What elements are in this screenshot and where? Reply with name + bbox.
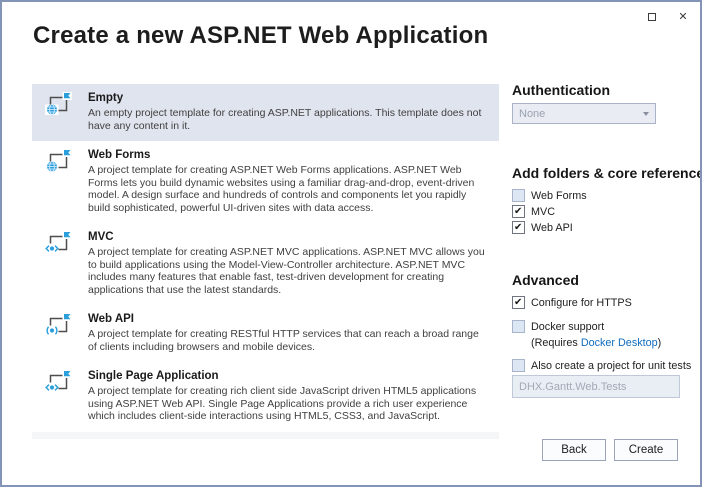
code-app-icon xyxy=(45,370,72,393)
template-row-mvc[interactable]: MVC A project template for creating ASP.… xyxy=(32,223,499,305)
template-title: Web API xyxy=(88,312,489,325)
template-title: Web Forms xyxy=(88,148,489,161)
maximize-button[interactable] xyxy=(643,9,661,25)
code-app-icon xyxy=(45,231,72,254)
checkbox-box xyxy=(512,221,525,234)
template-title: Single Page Application xyxy=(88,369,489,382)
checkbox-label: MVC xyxy=(531,206,555,218)
template-list-filler xyxy=(32,432,499,440)
globe-app-icon xyxy=(45,92,72,115)
advanced-heading: Advanced xyxy=(512,272,579,288)
checkbox-web-api[interactable]: Web API xyxy=(512,220,573,235)
note-suffix: ) xyxy=(658,337,662,349)
authentication-selected-value: None xyxy=(519,108,643,120)
checkbox-label: Web Forms xyxy=(531,190,587,202)
checkbox-box xyxy=(512,296,525,309)
template-title: Empty xyxy=(88,91,489,104)
checkbox-label: Also create a project for unit tests xyxy=(531,360,691,372)
template-row-single-page-application[interactable]: Single Page Application A project templa… xyxy=(32,362,499,432)
authentication-dropdown[interactable]: None xyxy=(512,103,656,124)
template-description: A project template for creating ASP.NET … xyxy=(88,164,489,214)
checkbox-unit-tests[interactable]: Also create a project for unit tests xyxy=(512,358,691,373)
create-aspnet-dialog: ✕ Create a new ASP.NET Web Application E… xyxy=(0,0,702,487)
globe-app-icon xyxy=(45,149,72,172)
checkbox-mvc[interactable]: MVC xyxy=(512,204,555,219)
close-button[interactable]: ✕ xyxy=(674,9,692,25)
folders-references-heading: Add folders & core references xyxy=(512,165,702,181)
checkbox-web-forms[interactable]: Web Forms xyxy=(512,188,587,203)
template-row-web-api[interactable]: Web API A project template for creating … xyxy=(32,305,499,362)
checkbox-box xyxy=(512,189,525,202)
template-description: A project template for creating rich cli… xyxy=(88,385,489,423)
back-button[interactable]: Back xyxy=(542,439,606,461)
checkbox-label: Web API xyxy=(531,222,573,234)
checkbox-docker-support[interactable]: Docker support xyxy=(512,319,604,334)
checkbox-box xyxy=(512,359,525,372)
docker-desktop-link[interactable]: Docker Desktop xyxy=(581,337,658,349)
docker-requirement-note: (Requires Docker Desktop) xyxy=(531,337,661,349)
template-list: Empty An empty project template for crea… xyxy=(32,84,499,439)
chevron-down-icon xyxy=(643,112,649,116)
checkbox-box xyxy=(512,205,525,218)
template-description: A project template for creating RESTful … xyxy=(88,328,489,353)
page-title: Create a new ASP.NET Web Application xyxy=(33,22,488,50)
checkbox-configure-https[interactable]: Configure for HTTPS xyxy=(512,295,632,310)
authentication-heading: Authentication xyxy=(512,82,610,98)
api-app-icon xyxy=(45,313,72,336)
template-title: MVC xyxy=(88,230,489,243)
checkbox-label: Configure for HTTPS xyxy=(531,297,632,309)
unit-test-project-name-input[interactable] xyxy=(512,375,680,398)
checkbox-box xyxy=(512,320,525,333)
close-icon: ✕ xyxy=(678,12,687,23)
template-row-web-forms[interactable]: Web Forms A project template for creatin… xyxy=(32,141,499,223)
template-description: A project template for creating ASP.NET … xyxy=(88,246,489,296)
create-button[interactable]: Create xyxy=(614,439,678,461)
window-controls: ✕ xyxy=(643,9,692,25)
note-prefix: (Requires xyxy=(531,337,581,349)
maximize-icon xyxy=(648,13,656,21)
template-description: An empty project template for creating A… xyxy=(88,107,489,132)
checkbox-label: Docker support xyxy=(531,321,604,333)
template-row-empty[interactable]: Empty An empty project template for crea… xyxy=(32,84,499,141)
